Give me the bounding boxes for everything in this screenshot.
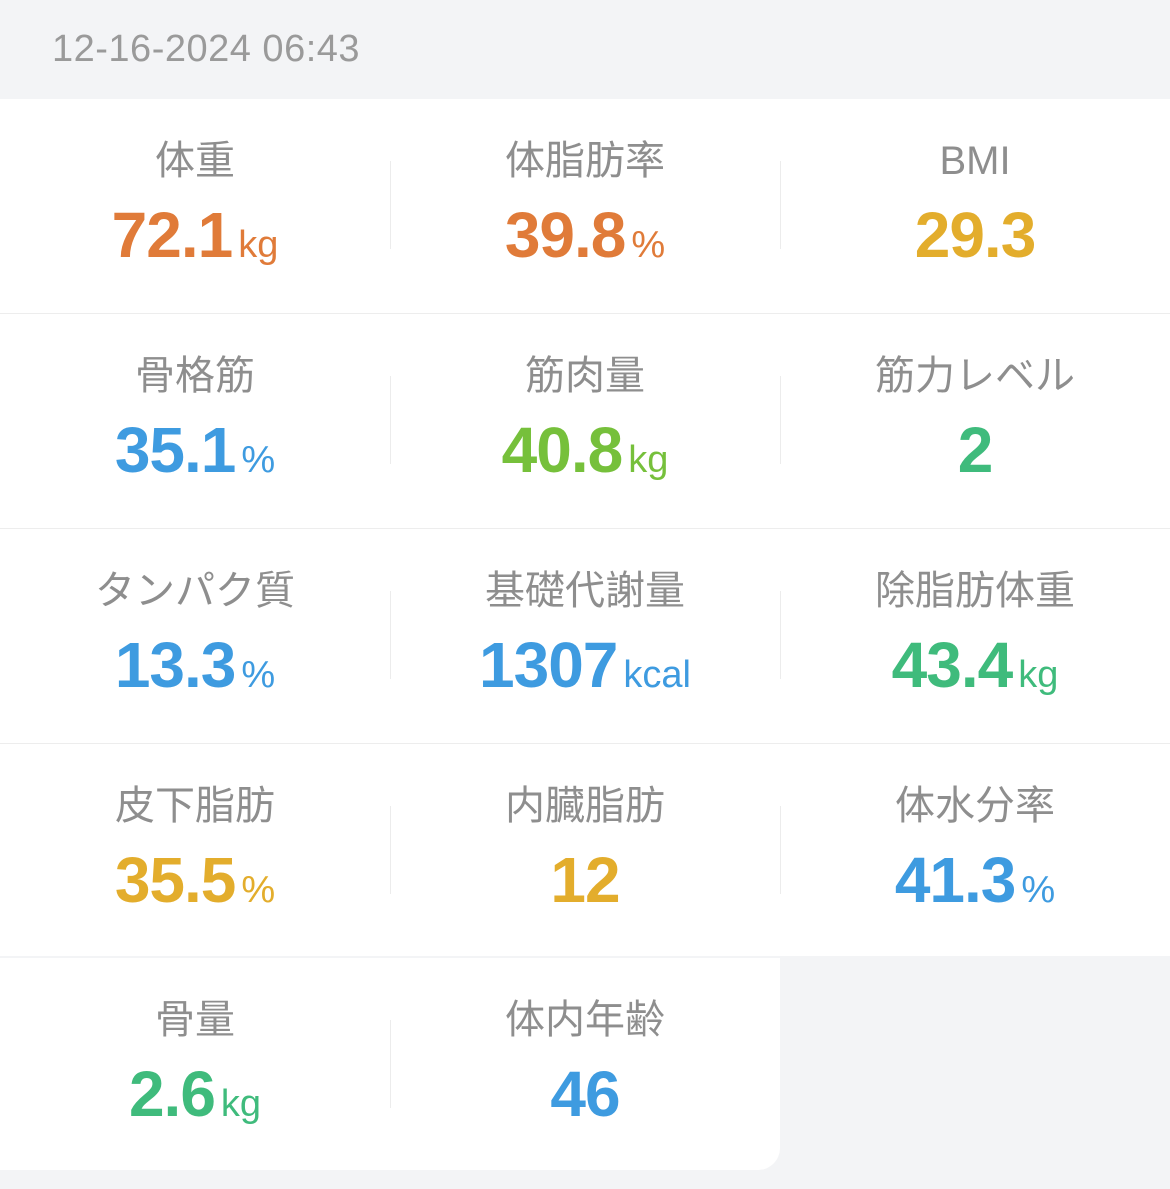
- metric-value: 2: [957, 414, 994, 486]
- metric-value-line: 35.5%: [0, 844, 390, 934]
- metric-label: 筋力レベル: [875, 354, 1075, 398]
- metric-unit: %: [241, 654, 276, 696]
- metric-label: 皮下脂肪: [115, 784, 275, 828]
- metric-value: 72.1: [111, 199, 234, 271]
- metrics-row-last: 骨量 2.6 kg 体内年齢 46: [0, 958, 780, 1170]
- metric-unit: kg: [1018, 654, 1059, 696]
- metric-label: 内臓脂肪: [505, 784, 665, 828]
- metrics-row: 骨格筋 35.1% 筋肉量 40.8 kg 筋力レベル 2: [0, 314, 1170, 528]
- metric-unit: %: [241, 439, 276, 481]
- metric-value-line: 2: [780, 414, 1170, 504]
- metric-value: 35.1: [114, 414, 237, 486]
- metric-body-water[interactable]: 体水分率 41.3%: [780, 744, 1170, 958]
- metric-value-line: 41.3%: [780, 844, 1170, 934]
- metric-unit: kg: [628, 439, 669, 481]
- metric-value: 40.8: [501, 414, 624, 486]
- metric-value: 46: [550, 1058, 620, 1130]
- metric-value-line: 40.8 kg: [390, 414, 780, 504]
- metric-label: 体重: [155, 139, 235, 183]
- metric-value: 1307: [479, 629, 618, 701]
- metric-value: 12: [550, 844, 620, 916]
- metric-muscle-mass[interactable]: 筋肉量 40.8 kg: [390, 314, 780, 528]
- metric-value-line: 35.1%: [0, 414, 390, 504]
- metric-label: 体脂肪率: [505, 139, 665, 183]
- metric-label: 筋肉量: [525, 354, 645, 398]
- metrics-row: 皮下脂肪 35.5% 内臓脂肪 12 体水分率 41.3%: [0, 744, 1170, 958]
- metric-label: 骨格筋: [135, 354, 255, 398]
- metric-label: BMI: [939, 139, 1011, 183]
- metric-value-line: 12: [390, 844, 780, 934]
- metric-unit: kg: [238, 224, 279, 266]
- metric-value-line: 72.1 kg: [0, 199, 390, 289]
- metrics-grid: 体重 72.1kg 体脂肪率 39.8% BMI 29.3 骨格筋 35.1%: [0, 99, 1170, 956]
- metric-label: 基礎代謝量: [485, 569, 685, 613]
- metric-label: 骨量: [155, 998, 235, 1042]
- metric-body-fat[interactable]: 体脂肪率 39.8%: [390, 99, 780, 313]
- metric-value: 13.3: [114, 629, 237, 701]
- metric-value-line: 46: [390, 1058, 780, 1148]
- metric-strength-level[interactable]: 筋力レベル 2: [780, 314, 1170, 528]
- metric-unit: %: [1021, 869, 1056, 911]
- metrics-row: 体重 72.1 kg 体脂肪率 39.8% BMI 29.3: [0, 99, 1170, 313]
- metric-body-age[interactable]: 体内年齢 46: [390, 958, 780, 1172]
- metric-skeletal-muscle[interactable]: 骨格筋 35.1%: [0, 314, 390, 528]
- metric-protein[interactable]: タンパク質 13.3%: [0, 529, 390, 743]
- metric-basal-metabolism[interactable]: 基礎代謝量 1307 kcal: [390, 529, 780, 743]
- metric-value-line: 13.3%: [0, 629, 390, 719]
- metric-value: 41.3: [894, 844, 1017, 916]
- metric-value-line: 1307 kcal: [390, 629, 780, 719]
- metric-value-line: 39.8%: [390, 199, 780, 289]
- metric-value-line: 43.4 kg: [780, 629, 1170, 719]
- metric-value-line: 2.6 kg: [0, 1058, 390, 1148]
- metric-label: 体内年齢: [505, 998, 665, 1042]
- metric-label: 除脂肪体重: [875, 569, 1075, 613]
- metric-bone-mass[interactable]: 骨量 2.6 kg: [0, 958, 390, 1172]
- metric-lean-body-mass[interactable]: 除脂肪体重 43.4 kg: [780, 529, 1170, 743]
- metric-unit: kcal: [623, 654, 691, 696]
- metric-weight[interactable]: 体重 72.1 kg: [0, 99, 390, 313]
- metric-unit: %: [631, 224, 666, 266]
- metric-unit: kg: [220, 1083, 262, 1125]
- measurement-timestamp: 12-16-2024 06:43: [52, 28, 361, 70]
- metric-value: 29.3: [914, 199, 1037, 271]
- metric-value: 39.8: [504, 199, 627, 271]
- metric-unit: %: [241, 869, 276, 911]
- metric-label: 体水分率: [895, 784, 1055, 828]
- metrics-row: タンパク質 13.3% 基礎代謝量 1307 kcal 除脂肪体重 43.4 kg: [0, 529, 1170, 743]
- metric-subcutaneous-fat[interactable]: 皮下脂肪 35.5%: [0, 744, 390, 958]
- metric-visceral-fat[interactable]: 内臓脂肪 12: [390, 744, 780, 958]
- metric-label: タンパク質: [95, 569, 295, 613]
- metric-bmi[interactable]: BMI 29.3: [780, 99, 1170, 313]
- metric-value-line: 29.3: [780, 199, 1170, 289]
- metric-value: 2.6: [128, 1058, 216, 1130]
- metric-value: 35.5: [114, 844, 237, 916]
- metric-value: 43.4: [891, 629, 1014, 701]
